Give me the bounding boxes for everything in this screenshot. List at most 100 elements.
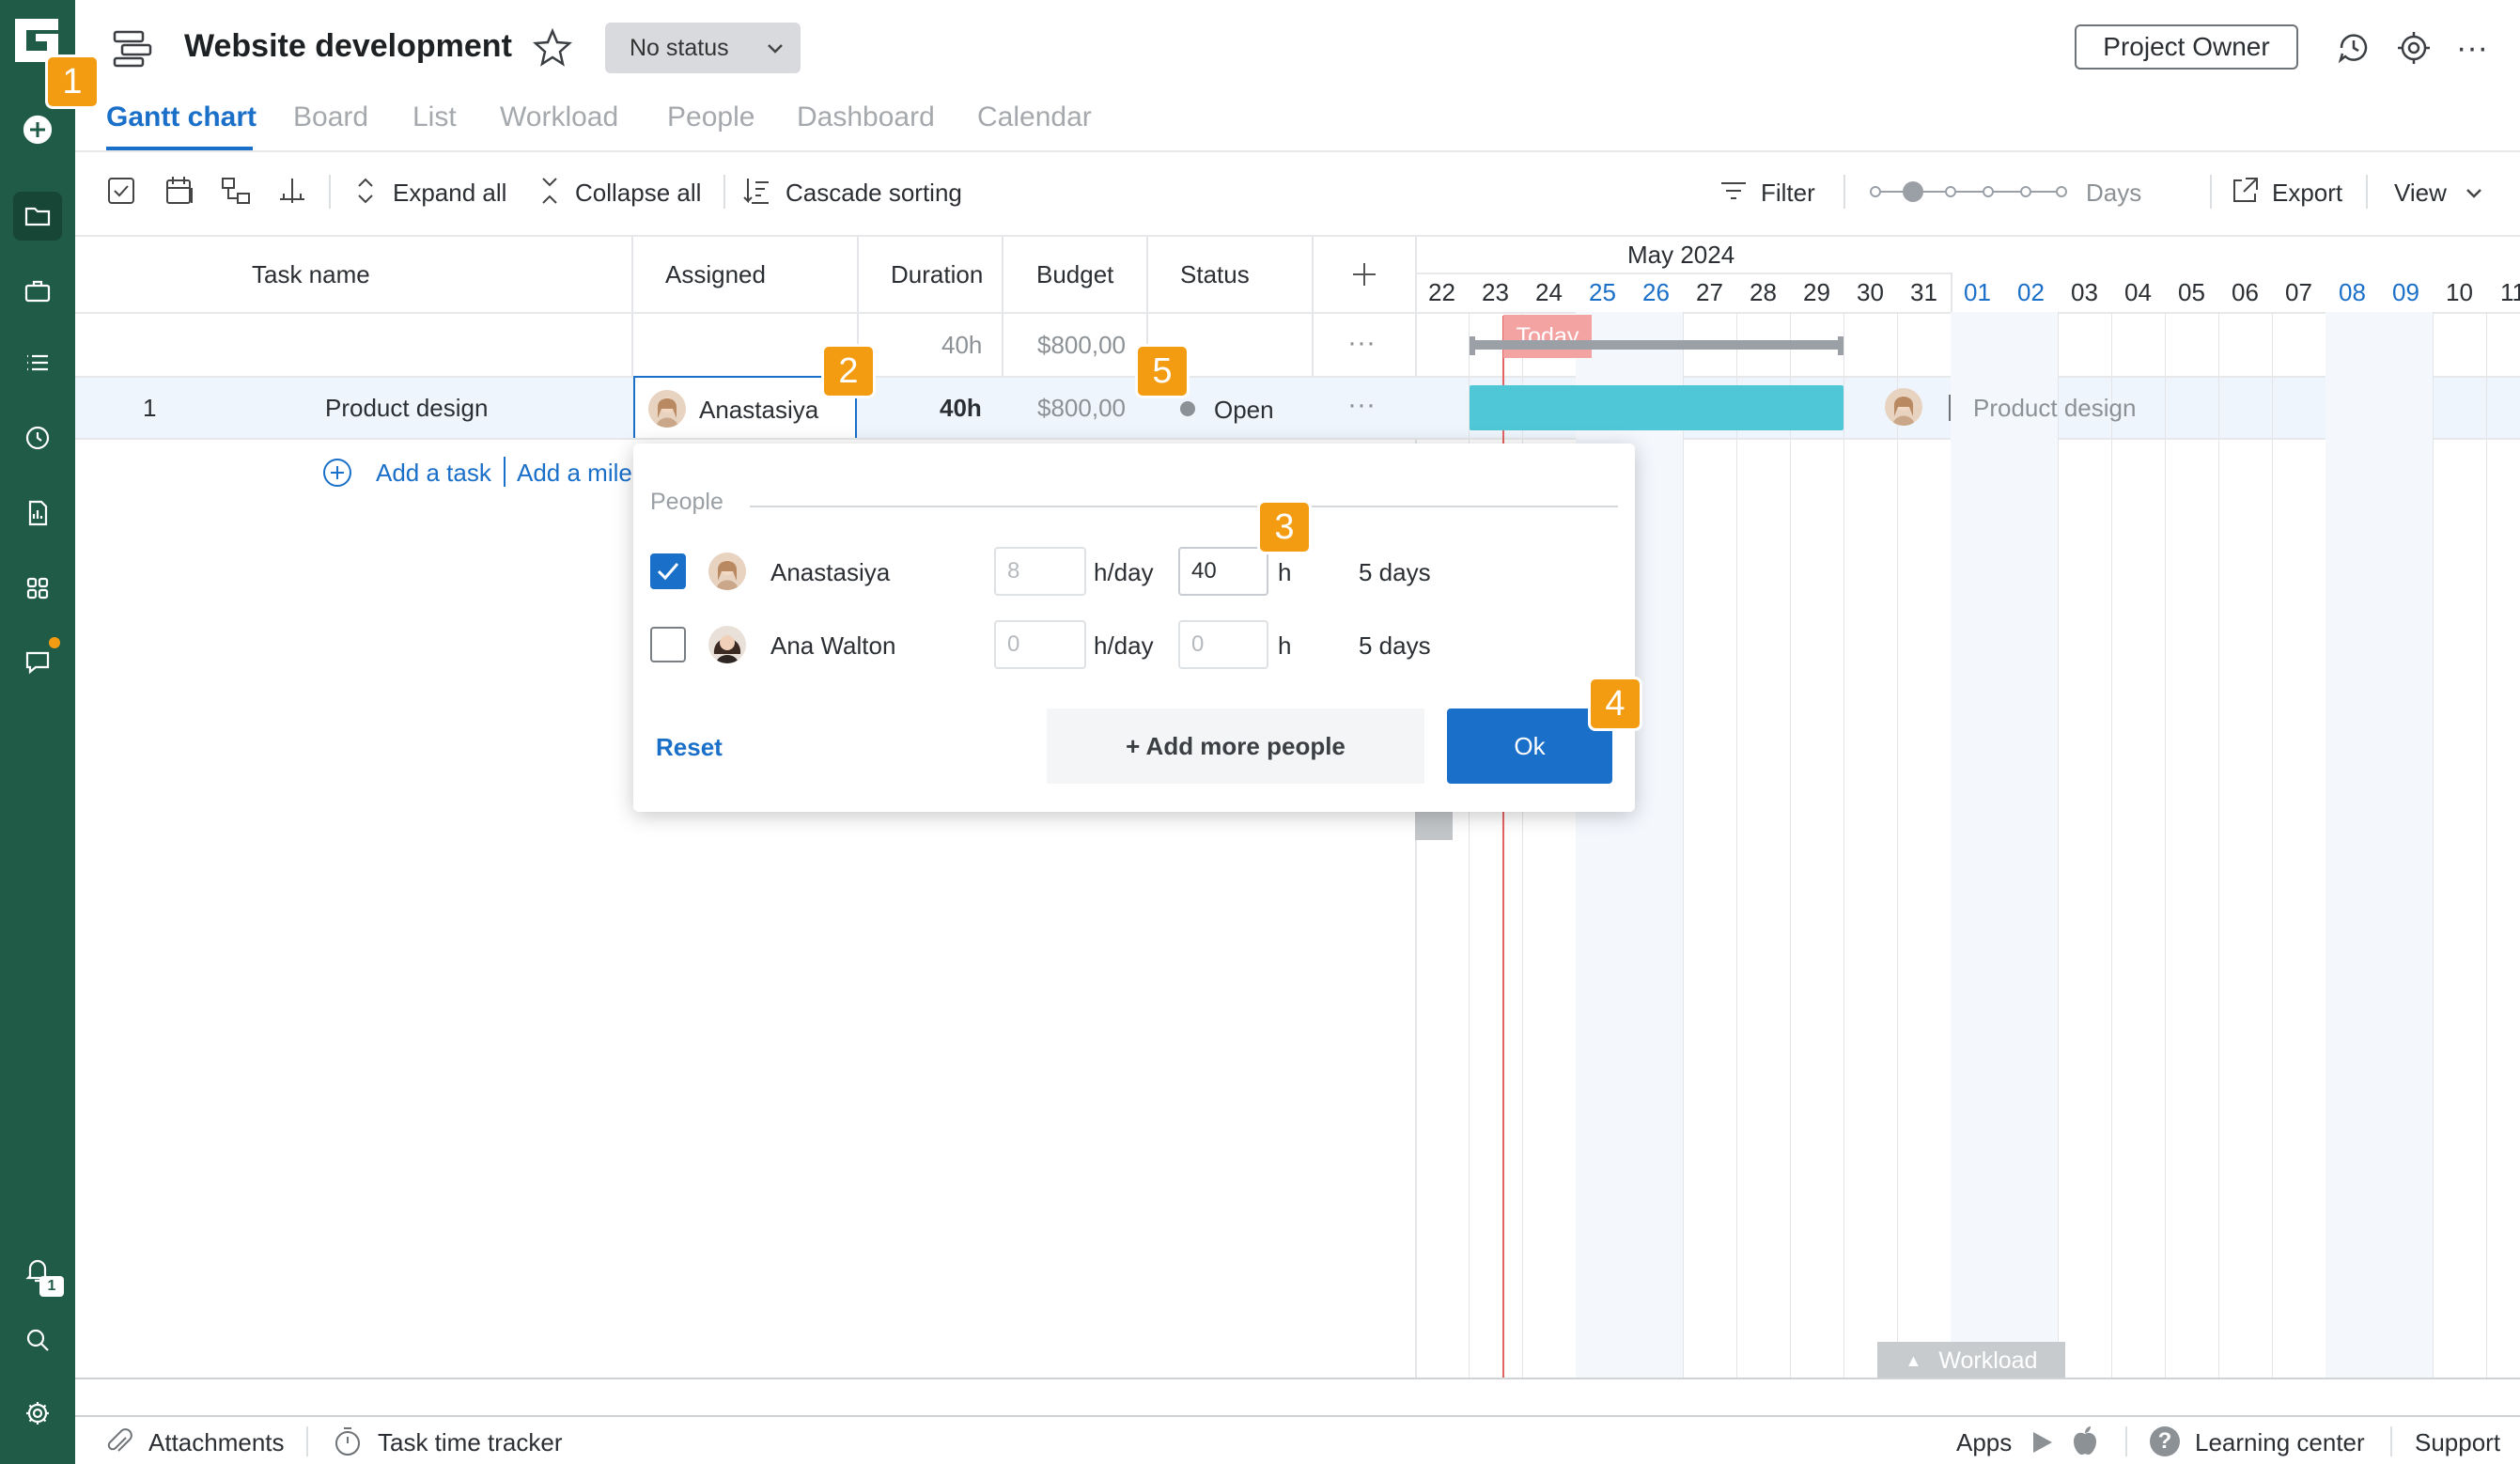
task-bar-avatar [1885,388,1922,426]
person-checkbox-ana-walton[interactable] [650,627,686,662]
google-play-icon[interactable] [2028,1428,2056,1456]
zoom-slider[interactable] [1870,180,2067,203]
step-badge-1: 1 [45,55,100,109]
reset-button[interactable]: Reset [656,733,723,762]
tab-list[interactable]: List [412,101,457,133]
hours-per-day-input[interactable]: 8 [994,547,1086,596]
collapse-all-icon[interactable] [534,175,566,211]
column-header-duration[interactable]: Duration [891,260,983,289]
cascade-sorting-icon[interactable] [740,175,772,211]
tab-people[interactable]: People [667,101,754,133]
history-icon[interactable] [2334,28,2373,68]
support-link[interactable]: Support [2415,1428,2500,1457]
learning-center-link[interactable]: Learning center [2195,1428,2365,1457]
person-name: Ana Walton [770,631,896,660]
dependencies-icon[interactable] [220,175,252,211]
settings-gear-icon[interactable] [13,1389,62,1438]
add-milestone-link[interactable]: Add a mile [517,459,633,488]
project-owner-button[interactable]: Project Owner [2075,24,2298,70]
task-name[interactable]: Product design [325,394,488,423]
attachments-link[interactable]: Attachments [148,1428,285,1457]
project-list-icon[interactable] [111,26,154,70]
task-time-tracker-link[interactable]: Task time tracker [378,1428,563,1457]
filter-button[interactable]: Filter [1761,179,1815,208]
total-hours-input[interactable]: 40 [1178,547,1268,596]
total-hours-unit: h [1278,631,1292,660]
column-header-assigned[interactable]: Assigned [665,260,766,289]
footer-separator [306,1426,308,1456]
assign-people-popup: People Anastasiya 8 h/day 40 h 5 days An… [633,444,1635,812]
add-task-plus-icon[interactable] [321,457,353,489]
search-icon[interactable] [13,1316,62,1364]
expand-all-button[interactable]: Expand all [393,179,506,208]
gantt-gray-block [1415,812,1453,840]
toolbar-separator [723,175,725,209]
column-header-task-name[interactable]: Task name [252,260,370,289]
favorite-star-icon[interactable] [532,26,573,68]
clock-icon[interactable] [13,413,62,462]
workload-toggle-label: Workload [1938,1347,2038,1374]
summary-row-more-icon[interactable]: ··· [1347,327,1376,359]
column-header-status[interactable]: Status [1180,260,1250,289]
list-icon[interactable] [13,338,62,387]
cascade-sorting-button[interactable]: Cascade sorting [786,179,962,208]
people-section-label: People [650,489,723,515]
summary-bar-left-cap [1470,336,1475,355]
project-summary-bar[interactable] [1470,340,1843,350]
export-button[interactable]: Export [2272,179,2342,208]
more-menu-icon[interactable]: ··· [2452,28,2492,68]
total-hours-unit: h [1278,558,1292,586]
timeline-day-gridline [2218,312,2219,1378]
task-bar-product-design[interactable] [1470,385,1843,430]
project-settings-gear-icon[interactable] [2394,28,2434,68]
task-row-more-icon[interactable]: ··· [1347,389,1376,421]
stopwatch-icon [331,1425,365,1458]
chevron-down-icon [768,44,783,54]
step-badge-5: 5 [1135,344,1190,398]
add-more-people-button[interactable]: + Add more people [1047,709,1424,784]
apps-grid-icon[interactable] [13,564,62,613]
weekend-column-shade [2004,312,2058,1378]
timeline-day-gridline [2165,312,2166,1378]
view-chevron-down-icon[interactable] [2462,180,2486,210]
hours-per-day-unit: h/day [1094,631,1154,660]
project-status-dropdown[interactable]: No status [605,23,801,73]
expand-all-icon[interactable] [350,175,381,211]
task-budget[interactable]: $800,00 [1037,394,1126,423]
task-status[interactable]: Open [1214,396,1274,425]
filter-icon[interactable] [1718,175,1750,211]
projects-folder-icon[interactable] [13,192,62,241]
avatar-anastasiya [708,553,746,590]
portfolio-briefcase-icon[interactable] [13,267,62,316]
today-label: Today [1503,315,1592,358]
summary-duration: 40h [941,331,983,359]
hours-per-day-input[interactable]: 0 [994,620,1086,669]
person-checkbox-anastasiya[interactable] [650,553,686,589]
select-tasks-checkbox-icon[interactable] [105,175,137,211]
export-icon[interactable] [2229,175,2261,211]
critical-path-icon[interactable] [276,175,308,211]
paperclip-icon [103,1426,135,1458]
view-dropdown[interactable]: View [2394,179,2447,208]
tab-calendar[interactable]: Calendar [977,101,1092,133]
task-duration[interactable]: 40h [940,394,982,423]
timeline-day-gridline [2433,312,2434,1378]
tab-board[interactable]: Board [293,101,368,133]
tab-workload[interactable]: Workload [500,101,618,133]
workload-panel-toggle[interactable]: ▲ Workload [1877,1342,2065,1379]
task-bar-label: Product design [1973,394,2137,422]
add-task-link[interactable]: Add a task [376,459,491,488]
calendar-settings-icon[interactable] [163,175,195,211]
tab-dashboard[interactable]: Dashboard [797,101,935,133]
add-icon[interactable] [13,105,62,154]
tabs-divider [75,150,2520,152]
step-badge-3: 3 [1257,500,1312,554]
reports-icon[interactable] [13,489,62,537]
add-column-plus-icon[interactable] [1346,256,1383,293]
total-hours-input[interactable]: 0 [1178,620,1268,669]
apple-icon[interactable] [2071,1425,2099,1456]
toolbar-separator [329,175,331,209]
tab-gantt-chart[interactable]: Gantt chart [106,101,257,133]
column-header-budget[interactable]: Budget [1036,260,1113,289]
collapse-all-button[interactable]: Collapse all [575,179,701,208]
